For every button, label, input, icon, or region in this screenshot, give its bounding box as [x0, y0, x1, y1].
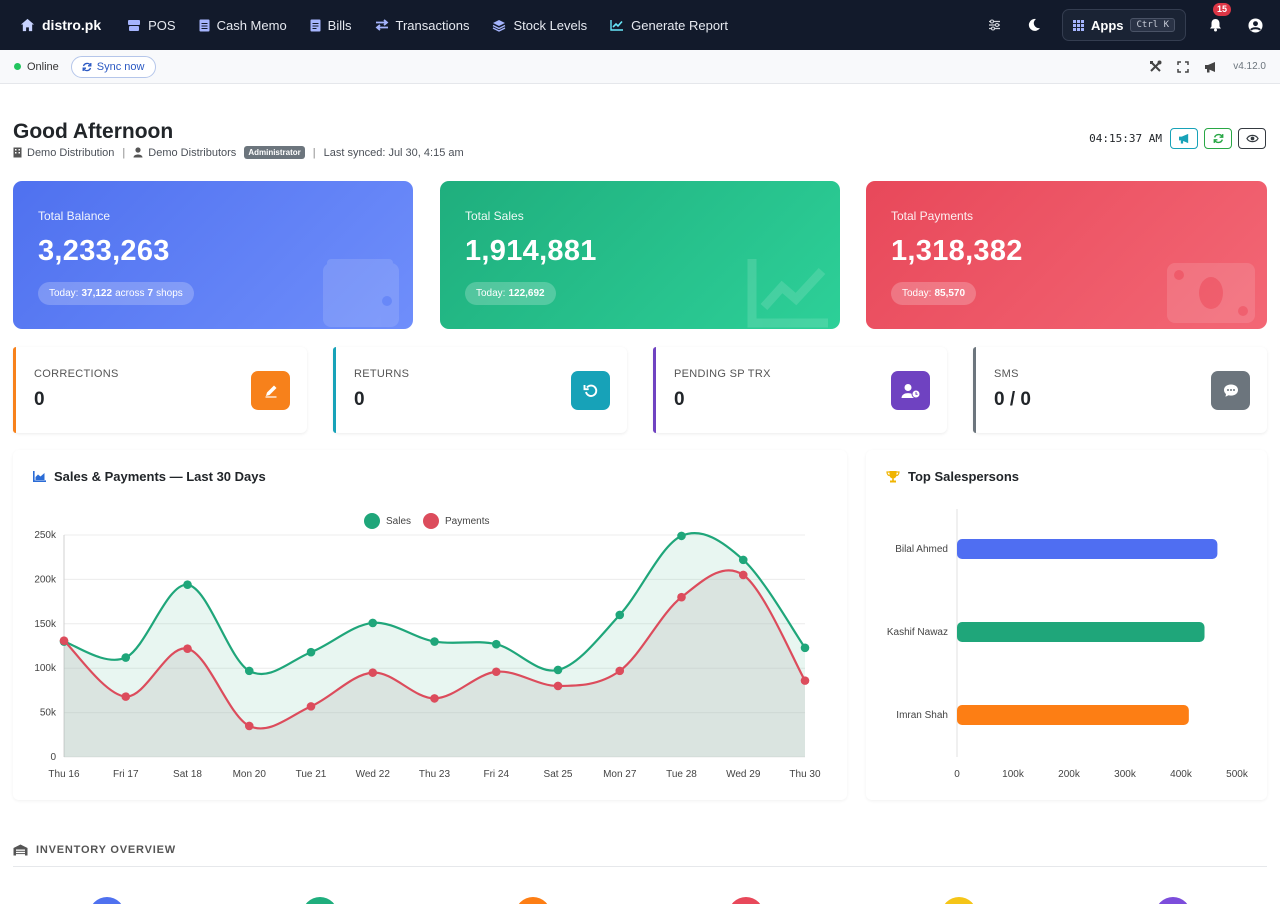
inventory-overview-title: INVENTORY OVERVIEW — [13, 844, 176, 856]
inventory-stat-icon — [728, 897, 764, 904]
bar-kashif-nawaz — [957, 622, 1205, 642]
bar-bilal-ahmed — [957, 539, 1218, 559]
category-label: Imran Shah — [896, 710, 948, 721]
inventory-stat-icon — [515, 897, 551, 904]
category-label: Kashif Nawaz — [887, 627, 948, 638]
x-tick-label: 0 — [954, 769, 960, 780]
inventory-stat-icon — [302, 897, 338, 904]
x-tick-label: 400k — [1170, 769, 1193, 780]
divider — [13, 866, 1267, 867]
inventory-stat-icon — [941, 897, 977, 904]
bar-imran-shah — [957, 705, 1189, 725]
x-tick-label: 500k — [1226, 769, 1249, 780]
x-tick-label: 100k — [1002, 769, 1025, 780]
inventory-stat-icon — [89, 897, 125, 904]
inventory-stat-icon — [1155, 897, 1191, 904]
category-label: Bilal Ahmed — [895, 544, 948, 555]
x-tick-label: 300k — [1114, 769, 1137, 780]
top-salespersons-bar-chart: 0 100k 200k 300k 400k 500k Bilal Ahmed Kashif N… — [887, 509, 1249, 780]
warehouse-icon — [13, 844, 28, 856]
x-tick-label: 200k — [1058, 769, 1081, 780]
